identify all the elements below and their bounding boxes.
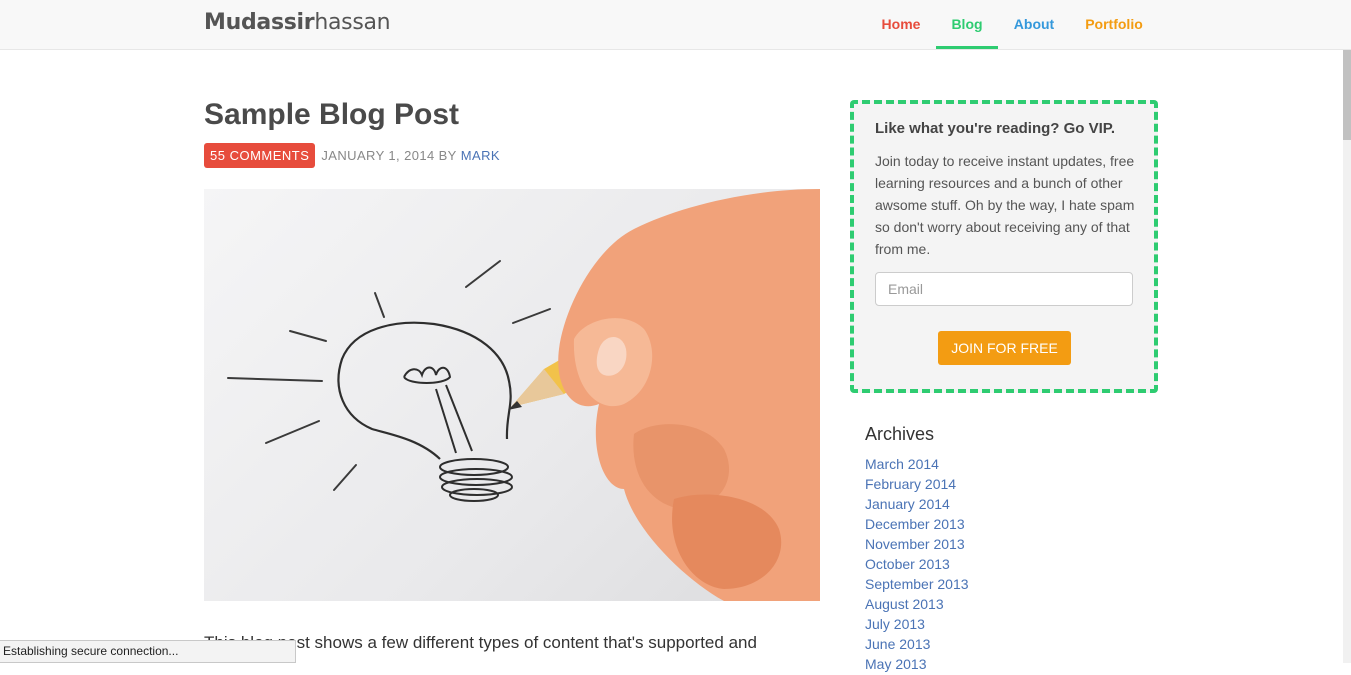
archive-link[interactable]: February 2014 bbox=[865, 476, 956, 492]
archive-link[interactable]: June 2013 bbox=[865, 636, 930, 652]
post-author-link[interactable]: MARK bbox=[461, 148, 500, 163]
archive-link[interactable]: May 2013 bbox=[865, 656, 926, 672]
vip-title: Like what you're reading? Go VIP. bbox=[875, 120, 1116, 137]
archive-item: January 2014 bbox=[865, 495, 969, 515]
archive-link[interactable]: November 2013 bbox=[865, 536, 965, 552]
scrollbar-thumb[interactable] bbox=[1343, 50, 1351, 140]
archive-link[interactable]: December 2013 bbox=[865, 516, 965, 532]
archives-list: March 2014 February 2014 January 2014 De… bbox=[865, 455, 969, 675]
vip-description: Join today to receive instant updates, f… bbox=[875, 153, 1135, 257]
archive-link[interactable]: August 2013 bbox=[865, 596, 944, 612]
archive-link[interactable]: January 2014 bbox=[865, 496, 950, 512]
nav-portfolio[interactable]: Portfolio bbox=[1072, 0, 1156, 49]
brand-bold: Mudassir bbox=[204, 10, 315, 35]
archive-link[interactable]: October 2013 bbox=[865, 556, 950, 572]
archive-link[interactable]: March 2014 bbox=[865, 456, 939, 472]
archive-item: September 2013 bbox=[865, 575, 969, 595]
email-input[interactable] bbox=[875, 272, 1133, 306]
archive-item: October 2013 bbox=[865, 555, 969, 575]
join-for-free-button[interactable]: JOIN FOR FREE bbox=[938, 331, 1071, 365]
post-featured-image bbox=[204, 189, 820, 601]
lightbulb-sketch-illustration bbox=[227, 189, 820, 601]
archive-item: May 2013 bbox=[865, 655, 969, 675]
brand-light: hassan bbox=[314, 10, 391, 35]
archive-item: December 2013 bbox=[865, 515, 969, 535]
nav-home[interactable]: Home bbox=[868, 0, 934, 49]
archives-title: Archives bbox=[865, 424, 935, 444]
browser-status-bar: Establishing secure connection... bbox=[0, 640, 296, 663]
archive-item: July 2013 bbox=[865, 615, 969, 635]
scrollbar-track[interactable] bbox=[1343, 50, 1351, 663]
archive-item: August 2013 bbox=[865, 595, 969, 615]
post-date: JANUARY 1, 2014 BY bbox=[321, 148, 457, 163]
nav-about[interactable]: About bbox=[1002, 0, 1066, 49]
archive-item: March 2014 bbox=[865, 455, 969, 475]
archive-link[interactable]: September 2013 bbox=[865, 576, 969, 592]
archive-link[interactable]: July 2013 bbox=[865, 616, 925, 632]
nav-blog[interactable]: Blog bbox=[936, 0, 998, 49]
post-meta: 55 COMMENTS JANUARY 1, 2014 BY MARK bbox=[204, 142, 500, 169]
comments-badge[interactable]: 55 COMMENTS bbox=[204, 143, 316, 168]
archive-item: February 2014 bbox=[865, 475, 969, 495]
brand-logo[interactable]: Mudassirhassan bbox=[204, 10, 391, 35]
archive-item: June 2013 bbox=[865, 635, 969, 655]
navbar: Mudassirhassan Home Blog About Portfolio bbox=[0, 0, 1351, 50]
vip-signup-box: Like what you're reading? Go VIP. Join t… bbox=[850, 100, 1158, 393]
archive-item: November 2013 bbox=[865, 535, 969, 555]
post-title: Sample Blog Post bbox=[204, 98, 460, 131]
